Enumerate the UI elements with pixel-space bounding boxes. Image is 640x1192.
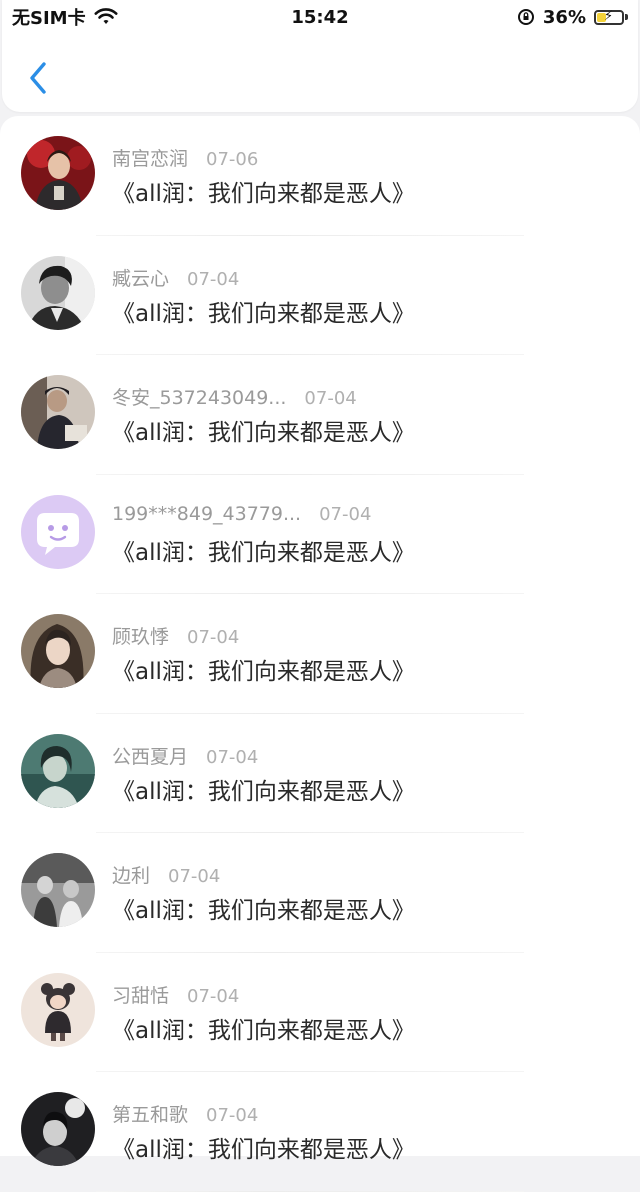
item-date: 07-04 [187, 627, 240, 648]
item-meta: 习甜恬 07-04 [112, 981, 239, 1008]
avatar-photo-red-stage[interactable] [21, 136, 95, 210]
item-meta: 边利 07-04 [112, 861, 220, 888]
list-item[interactable]: 习甜恬 07-04 《all润：我们向来都是恶人》 [0, 953, 640, 1072]
item-date: 07-06 [206, 149, 259, 170]
back-button[interactable] [20, 58, 56, 98]
avatar-photo-bw-portrait[interactable] [21, 255, 95, 330]
list-item[interactable]: 199***849_43779... 07-04 《all润：我们向来都是恶人》 [0, 475, 640, 594]
orientation-lock-icon [517, 9, 534, 25]
avatar-photo-gray-group[interactable] [21, 853, 95, 927]
avatar-chat-bubble-icon[interactable] [21, 494, 95, 569]
user-name[interactable]: 边利 [112, 861, 150, 888]
battery-percent: 36% [542, 6, 586, 28]
user-name[interactable]: 冬安_537243049... [112, 383, 286, 410]
item-date: 07-04 [206, 1105, 259, 1126]
list-item[interactable]: 冬安_537243049... 07-04 《all润：我们向来都是恶人》 [0, 355, 640, 475]
chevron-left-icon [30, 62, 46, 94]
status-right: 36% ⚡ [517, 7, 628, 28]
item-date: 07-04 [187, 985, 240, 1007]
avatar-photo-girl-portrait[interactable] [21, 614, 95, 688]
status-left: 无SIM卡 [12, 4, 118, 30]
item-date: 07-04 [319, 503, 372, 525]
item-date: 07-04 [206, 746, 259, 768]
divider [96, 1190, 524, 1192]
user-name[interactable]: 第五和歌 [112, 1100, 188, 1127]
wifi-icon [94, 8, 118, 24]
work-title: 《all润：我们向来都是恶人》 [112, 1017, 415, 1044]
work-title: 《all润：我们向来都是恶人》 [112, 300, 415, 327]
list-item[interactable]: 南宫恋润 07-06 《all润：我们向来都是恶人》 [0, 116, 640, 236]
work-title: 《all润：我们向来都是恶人》 [112, 181, 415, 207]
list-item[interactable]: 臧云心 07-04 《all润：我们向来都是恶人》 [0, 236, 640, 355]
item-date: 07-04 [304, 388, 357, 409]
item-meta: 199***849_43779... 07-04 [112, 503, 371, 525]
avatar-photo-teal-portrait[interactable] [21, 733, 95, 808]
avatar-photo-dark-figure[interactable] [21, 1092, 95, 1166]
user-name[interactable]: 臧云心 [112, 264, 169, 291]
avatar-photo-dark-room[interactable] [21, 375, 95, 449]
item-meta: 南宫恋润 07-06 [112, 144, 258, 171]
list-item[interactable]: 公西夏月 07-04 《all润：我们向来都是恶人》 [0, 714, 640, 833]
list-item[interactable]: 顾玖悸 07-04 《all润：我们向来都是恶人》 [0, 594, 640, 714]
item-meta: 公西夏月 07-04 [112, 742, 258, 769]
work-title: 《all润：我们向来都是恶人》 [112, 898, 415, 924]
work-title: 《all润：我们向来都是恶人》 [112, 539, 415, 566]
user-name[interactable]: 顾玖悸 [112, 622, 169, 649]
battery-icon: ⚡ [594, 9, 628, 25]
work-title: 《all润：我们向来都是恶人》 [112, 1137, 415, 1163]
user-name[interactable]: 习甜恬 [112, 981, 169, 1008]
carrier-label: 无SIM卡 [12, 8, 86, 29]
item-date: 07-04 [187, 268, 240, 290]
item-meta: 顾玖悸 07-04 [112, 622, 239, 649]
list-item[interactable]: 第五和歌 07-04 《all润：我们向来都是恶人》 [0, 1072, 640, 1192]
item-date: 07-04 [168, 866, 221, 887]
work-title: 《all润：我们向来都是恶人》 [112, 659, 415, 685]
list-item[interactable]: 边利 07-04 《all润：我们向来都是恶人》 [0, 833, 640, 953]
status-bar: 无SIM卡 15:42 36% ⚡ [0, 0, 640, 34]
avatar-photo-child-doll[interactable] [21, 972, 95, 1047]
user-name[interactable]: 199***849_43779... [112, 503, 301, 525]
work-title: 《all润：我们向来都是恶人》 [112, 778, 415, 805]
item-meta: 第五和歌 07-04 [112, 1100, 258, 1127]
user-name[interactable]: 南宫恋润 [112, 144, 188, 171]
work-title: 《all润：我们向来都是恶人》 [112, 420, 415, 446]
user-name[interactable]: 公西夏月 [112, 742, 188, 769]
item-meta: 臧云心 07-04 [112, 264, 239, 291]
user-list-panel: 南宫恋润 07-06 《all润：我们向来都是恶人》 臧云心 07-04 《al… [0, 116, 640, 1192]
item-meta: 冬安_537243049... 07-04 [112, 383, 357, 410]
